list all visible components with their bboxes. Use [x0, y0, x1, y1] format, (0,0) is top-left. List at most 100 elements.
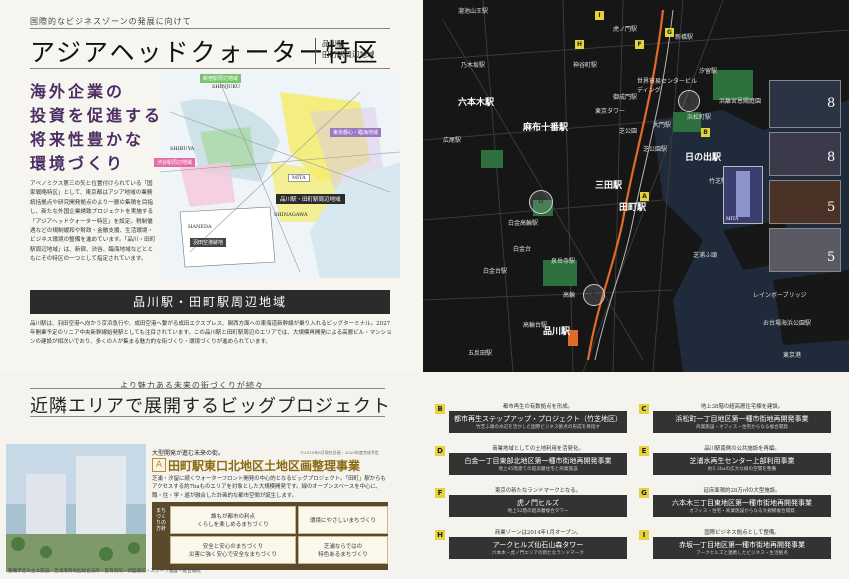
- project-paragraph: 芝浦・汐留に続くウォーターフロント開発の中心的となるビッグプロジェクト。「田町」…: [152, 476, 386, 499]
- station-label: お台場海浜公園駅: [763, 320, 812, 327]
- project-rendering: [6, 444, 146, 572]
- map-circle-e: E: [583, 284, 605, 306]
- project-description: 約5.3haの広大な緑の空間を整備: [707, 467, 777, 472]
- project-item: B 都市再生の有数拠点を形成。 都市再生ステップアップ・プロジェクト（竹芝地区） 竹芝…: [435, 402, 628, 436]
- project-band: 都市再生ステップアップ・プロジェクト（竹芝地区） 竹芝ふ頭の水辺を活かした国際ビジ…: [449, 411, 627, 433]
- title-subtitle: 品川駅・ 田町駅周辺地域: [322, 38, 375, 60]
- station-label: 大門駅: [653, 122, 672, 129]
- area-label-shinjuku: 新宿駅周辺地域: [200, 74, 242, 83]
- section-title: 近隣エリアで展開するビッグプロジェクト: [30, 396, 391, 417]
- station-label: 広尾駅: [443, 137, 462, 144]
- map-circle-c: C: [678, 90, 700, 112]
- project-title: 都市再生ステップアップ・プロジェクト（竹芝地区）: [454, 415, 622, 423]
- bottom-left-panel: より魅力ある未来の街づくりが続々 近隣エリアで展開するビッグプロジェクト 大型開…: [0, 372, 423, 579]
- divider: [30, 68, 390, 69]
- project-band: 浜松町一丁目地区第一種市街地再開発事業 商業施設・オフィス・住宅からなる複合開発: [653, 411, 831, 433]
- area-label-shinagawa-tamachi: 品川駅・田町駅周辺地域: [276, 194, 345, 204]
- landmark-label: 東京港: [783, 352, 802, 359]
- building-label: MITA: [726, 217, 739, 222]
- project-band: 虎ノ門ヒルズ 地上52階の超高層複合タワー: [449, 495, 627, 517]
- station-label: 乃木坂駅: [461, 62, 486, 69]
- station-label: 六本木駅: [458, 98, 495, 108]
- station-label: 虎ノ門駅: [613, 26, 638, 33]
- landmark-label: 浜離宮恩賜庭園: [719, 98, 762, 105]
- band-title: 品川駅・田町駅周辺地域: [132, 295, 287, 309]
- photo-number: 8: [827, 150, 836, 165]
- feature-line: 安全と安心のまちづくり: [202, 544, 264, 550]
- project-item: D 商業地域としての土地利用を活発化。 白金一丁目東部北地区第一種市街地再開発事業地…: [435, 444, 628, 478]
- project-item: C 地上38階の超高層住宅棟を建設。 浜松町一丁目地区第一種市街地再開発事業 商業施設…: [639, 402, 832, 436]
- feature-box: 芝浦ならではの 特色あるまちづくり: [298, 536, 388, 564]
- project-description: オフィス・住宅・商業施設からなる大規模複合開発: [689, 509, 795, 514]
- project-description: 地上45階建ての超高層住宅と商業施設: [498, 467, 578, 472]
- intro-paragraph: アベノミクス第三の矢と位置付けられている「国家戦略特区」として、東京都はアジア地…: [30, 181, 156, 263]
- project-band: 白金一丁目東部北地区第一種市街地再開発事業 地上45階建ての超高層住宅と商業施設: [449, 453, 627, 475]
- feature-line: 芝浦ならではの: [323, 544, 363, 550]
- feature-line: 環境にやさしいまちづくり: [309, 518, 376, 524]
- landmark-label: 芝公園: [619, 128, 638, 135]
- rendering-illustration: [6, 444, 146, 572]
- project-note: 商業地域としての土地利用を活発化。: [492, 446, 584, 452]
- landmark-label: 東京タワー: [595, 108, 626, 115]
- area-map: 新宿駅周辺地域 SHINJUKU 渋谷駅周辺地域 SHIBUYA 東京都心・臨海…: [154, 72, 401, 278]
- building-tower: [736, 171, 750, 217]
- station-label: 神谷町駅: [573, 62, 598, 69]
- feature-line: 災害に強く安心で安全なまちづくり: [188, 552, 277, 558]
- station-label: 新橋駅: [675, 34, 694, 41]
- building-photo: MITA: [723, 166, 763, 224]
- concept-label: まちづくりの方針: [156, 508, 167, 532]
- project-band: 六本木三丁目東地区第一種市街地再開発事業 オフィス・住宅・商業施設からなる大規模複…: [653, 495, 831, 517]
- station-label: 汐留駅: [699, 68, 718, 75]
- station-label-shinagawa: 品川駅: [543, 327, 571, 337]
- feature-line: 誰もが都市の利点: [210, 514, 255, 520]
- section-caption: より魅力ある未来の街づくりが続々: [120, 381, 264, 390]
- project-item: H 商業ゾーンは2014年1月オープン。 アークヒルズ仙石山森タワー 六本木・虎ノ門エ…: [435, 528, 628, 562]
- area-label-shibuya: 渋谷駅周辺地域: [154, 158, 196, 167]
- project-band: 芝浦水再生センター上部利用事業 約5.3haの広大な緑の空間を整備: [653, 453, 831, 475]
- station-label: 白金台駅: [483, 268, 508, 275]
- station-label: 泉岳寺駅: [551, 258, 576, 265]
- landmark-label: 芝浦ふ頭: [693, 252, 718, 259]
- project-title: アークヒルズ仙石山森タワー: [492, 541, 584, 549]
- project-title: 赤坂一丁目地区第一種市街地再開発事業: [679, 541, 805, 549]
- station-label: 麻布十番駅: [523, 123, 569, 133]
- project-note: 品川駅南側の公共施設を再編。: [704, 446, 780, 452]
- area-label: SHINJUKU: [212, 84, 241, 90]
- station-label: 五反田駅: [468, 350, 493, 357]
- project-letter: C: [639, 404, 649, 414]
- project-letter: E: [639, 446, 649, 456]
- project-item: F 東京の新たなランドマークとなる。 虎ノ門ヒルズ 地上52階の超高層複合タワー: [435, 486, 628, 520]
- divider: [30, 28, 390, 29]
- photo-number: 8: [827, 96, 836, 111]
- project-note: 地上38階の超高層住宅棟を建設。: [700, 404, 784, 410]
- project-letter: F: [435, 488, 445, 498]
- map-marker: F: [635, 40, 644, 49]
- project-title: 虎ノ門ヒルズ: [517, 499, 559, 507]
- project-letter: I: [639, 530, 649, 540]
- area-label: SHINAGAWA: [274, 212, 308, 218]
- station-label: 御成門駅: [613, 94, 638, 101]
- band-paragraph: 品川駅は、羽田空港へ向かう京浜急行や、成田空港へ繋がる成田エクスプレス、関西方面…: [30, 321, 392, 345]
- project-letter-badge: A: [152, 458, 166, 472]
- station-label: 白金高輪駅: [508, 220, 539, 227]
- map-marker-a: A: [640, 192, 649, 201]
- project-title: 白金一丁目東部北地区第一種市街地再開発事業: [464, 457, 612, 465]
- station-label-tamachi: 田町駅: [619, 203, 647, 213]
- project-letter: G: [639, 488, 649, 498]
- map-marker: D: [538, 198, 544, 205]
- catch-line: 将来性豊かな: [30, 130, 145, 149]
- section-caption: 国際的なビジネスゾーンの発展に向けて: [30, 17, 192, 26]
- station-label: 浜松町駅: [687, 114, 712, 121]
- map-circle-d: D: [529, 190, 553, 214]
- project-band: アークヒルズ仙石山森タワー 六本木・虎ノ門エリアの新たなランドマーク: [449, 537, 627, 559]
- map-marker: G: [665, 28, 674, 37]
- project-description: アークヒルズと連携したビジネス・生活拠点: [696, 551, 788, 556]
- project-band: 赤坂一丁目地区第一種市街地再開発事業 アークヒルズと連携したビジネス・生活拠点: [653, 537, 831, 559]
- project-title: 浜松町一丁目地区第一種市街地再開発事業: [675, 415, 809, 423]
- area-band: 品川駅・田町駅周辺地域: [30, 290, 390, 314]
- map-marker: H: [575, 40, 584, 49]
- catch-line: 海外企業の: [30, 82, 126, 101]
- area-map-illustration: [159, 72, 401, 278]
- project-item: I 国際ビジネス拠点として整備。 赤坂一丁目地区第一種市街地再開発事業 アークヒルズと…: [639, 528, 832, 562]
- area-label: SHIBUYA: [170, 146, 195, 152]
